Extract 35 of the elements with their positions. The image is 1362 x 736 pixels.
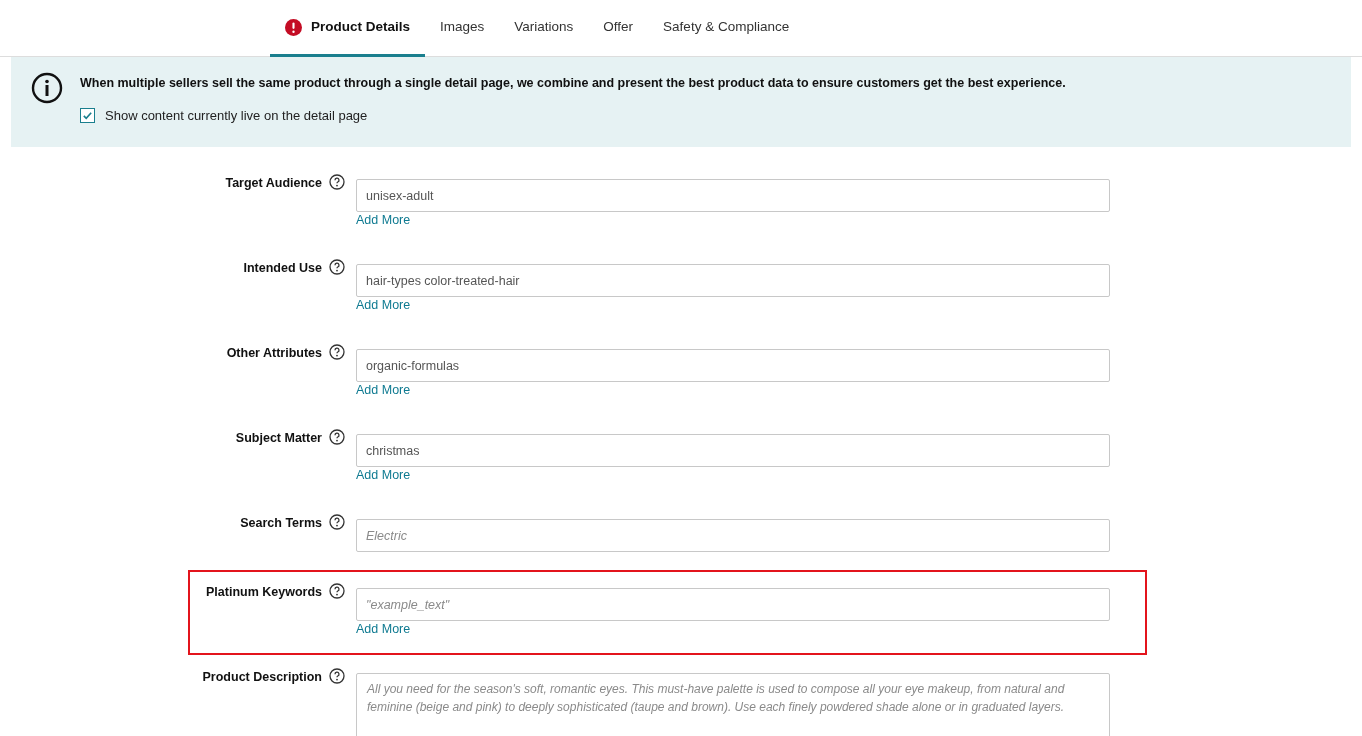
help-icon[interactable] — [329, 514, 345, 530]
help-icon[interactable] — [329, 583, 345, 599]
add-more-link[interactable]: Add More — [356, 467, 411, 483]
tab[interactable]: Offer — [588, 0, 649, 57]
text-field[interactable]: unisex-adult — [356, 179, 1110, 212]
field-label: Target Audience — [224, 175, 322, 192]
text-field[interactable]: "example_text" — [356, 588, 1110, 621]
add-more-link[interactable]: Add More — [356, 382, 411, 398]
field-label: Other Attributes — [225, 345, 322, 362]
field-label: Platinum Keywords — [205, 584, 322, 601]
help-icon[interactable] — [329, 668, 345, 684]
help-icon[interactable] — [329, 344, 345, 360]
text-field[interactable]: organic-formulas — [356, 349, 1110, 382]
help-icon[interactable] — [329, 174, 345, 190]
field-label: Subject Matter — [234, 430, 322, 447]
notice-text: When multiple sellers sell the same product through a single detail page, we combine and present the best product data to ensure customers get the best experience. — [80, 75, 1066, 92]
add-more-link[interactable]: Add More — [356, 621, 411, 637]
checkbox-label: Show content currently live on the detail page — [105, 106, 368, 125]
tab[interactable]: Variations — [499, 0, 589, 57]
check-icon — [82, 110, 93, 121]
text-field[interactable]: christmas — [356, 434, 1110, 467]
text-field[interactable]: hair-types color-treated-hair — [356, 264, 1110, 297]
field-label: Intended Use — [242, 260, 322, 277]
tab[interactable]: Images — [425, 0, 500, 57]
field-label: Search Terms — [239, 515, 322, 532]
text-field[interactable]: Electric — [356, 519, 1110, 552]
tab[interactable]: Safety & Compliance — [648, 0, 805, 57]
description-field[interactable]: All you need for the season's soft, romantic eyes. This must-have palette is used to compose all your eye makeup, from natural and feminine (beige and pink) to deeply sophisticated (taupe and brown). Use each finely powdered shade alone or in graduated layers. — [356, 673, 1110, 736]
field-label: Product Description — [201, 669, 322, 686]
add-more-link[interactable]: Add More — [356, 297, 411, 313]
checkbox[interactable] — [80, 108, 95, 123]
help-icon[interactable] — [329, 429, 345, 445]
add-more-link[interactable]: Add More — [356, 212, 411, 228]
info-icon — [31, 72, 63, 104]
help-icon[interactable] — [329, 259, 345, 275]
